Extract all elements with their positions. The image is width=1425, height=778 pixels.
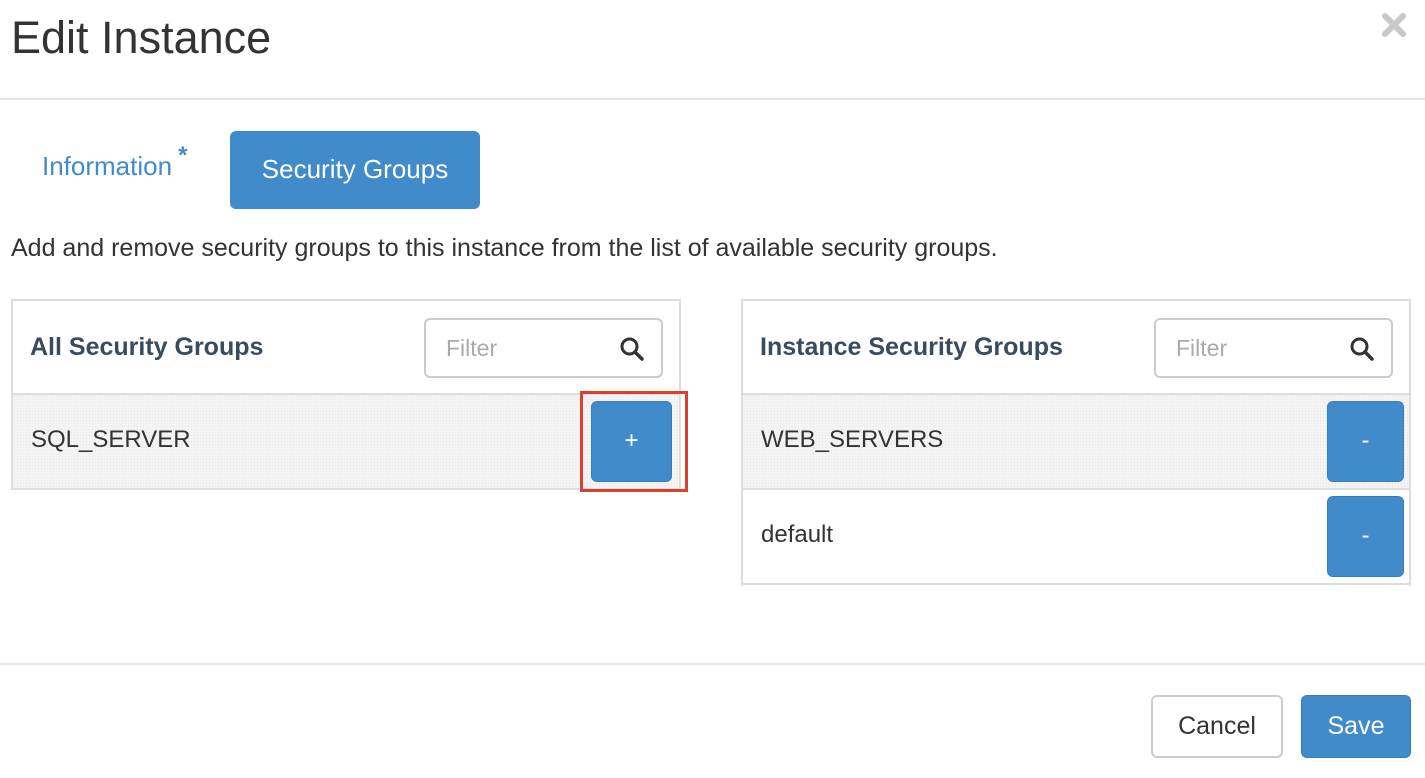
tab-security-groups[interactable]: Security Groups bbox=[230, 131, 480, 209]
remove-security-group-button[interactable]: - bbox=[1327, 496, 1404, 577]
edit-instance-dialog: Edit Instance Information * Security Grou… bbox=[0, 0, 1425, 778]
footer-divider bbox=[0, 663, 1425, 665]
tab-information[interactable]: Information * bbox=[42, 142, 187, 182]
allocated-filter-input[interactable] bbox=[1156, 320, 1356, 376]
required-marker: * bbox=[178, 142, 188, 169]
remove-security-group-button[interactable]: - bbox=[1327, 401, 1404, 482]
available-filter-input[interactable] bbox=[426, 320, 626, 376]
dialog-header: Edit Instance bbox=[0, 0, 1425, 100]
search-icon bbox=[620, 337, 644, 361]
dialog-title: Edit Instance bbox=[11, 12, 272, 63]
available-filter bbox=[424, 318, 663, 378]
security-group-name: WEB_SERVERS bbox=[761, 426, 944, 453]
list-item: default - bbox=[743, 490, 1409, 585]
available-security-groups-panel: All Security Groups SQL_SERVER + bbox=[11, 299, 681, 490]
security-group-name: default bbox=[761, 521, 834, 548]
list-item: WEB_SERVERS - bbox=[743, 395, 1409, 490]
panel-title: All Security Groups bbox=[30, 333, 264, 361]
allocated-filter bbox=[1154, 318, 1393, 378]
search-icon bbox=[1350, 337, 1374, 361]
cancel-button[interactable]: Cancel bbox=[1151, 695, 1283, 758]
list-item: SQL_SERVER + bbox=[13, 395, 679, 490]
help-text: Add and remove security groups to this i… bbox=[11, 234, 998, 262]
panel-header: All Security Groups bbox=[13, 301, 679, 395]
panel-header: Instance Security Groups bbox=[743, 301, 1409, 395]
panel-title: Instance Security Groups bbox=[760, 333, 1063, 361]
instance-security-groups-panel: Instance Security Groups WEB_SERVERS - d… bbox=[741, 299, 1411, 586]
security-group-name: SQL_SERVER bbox=[31, 426, 191, 453]
tab-information-label: Information bbox=[42, 151, 173, 181]
save-button[interactable]: Save bbox=[1301, 695, 1411, 758]
close-button[interactable] bbox=[1379, 10, 1409, 40]
add-security-group-button[interactable]: + bbox=[591, 401, 672, 482]
close-icon bbox=[1382, 13, 1406, 37]
